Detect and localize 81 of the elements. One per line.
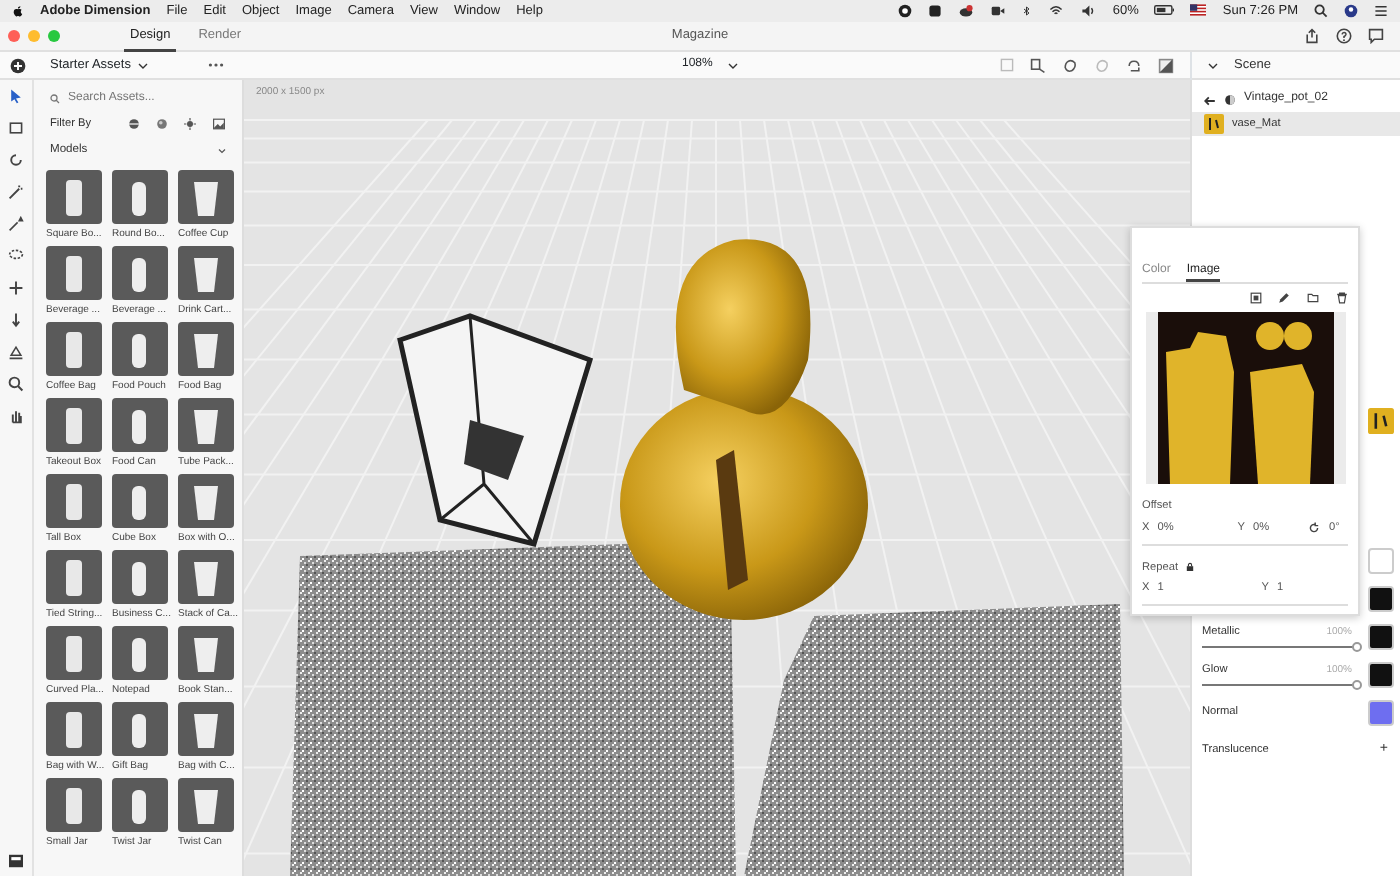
slider-thumb[interactable] [1352, 680, 1362, 691]
search-icon [50, 94, 60, 104]
color-swatch[interactable] [1368, 548, 1394, 574]
globe-icon[interactable] [128, 118, 140, 130]
rotate-icon[interactable] [1308, 522, 1321, 535]
model-thumbnail[interactable] [178, 778, 234, 832]
model-thumbnail[interactable] [46, 322, 102, 376]
search-icon[interactable] [1314, 3, 1328, 18]
model-thumbnail[interactable] [112, 170, 168, 224]
color-swatch[interactable] [1368, 662, 1394, 688]
model-thumbnail[interactable] [178, 474, 234, 528]
list-icon[interactable] [1374, 3, 1388, 18]
comment-icon[interactable] [1368, 28, 1384, 44]
model-thumbnail[interactable] [112, 778, 168, 832]
model-thumbnail[interactable] [112, 474, 168, 528]
magnifier-icon[interactable] [8, 376, 24, 392]
model-thumbnail[interactable] [178, 398, 234, 452]
plus-circle-icon[interactable] [9, 57, 25, 73]
cursor-icon[interactable] [8, 88, 24, 104]
color-swatch[interactable] [1368, 700, 1394, 726]
folder-icon[interactable] [1306, 292, 1320, 305]
lasso-icon[interactable] [8, 248, 24, 264]
model-thumbnail[interactable] [178, 170, 234, 224]
model-thumbnail[interactable] [112, 398, 168, 452]
panel-toggle-icon[interactable] [8, 854, 24, 868]
chevron-icon[interactable] [1208, 61, 1218, 69]
texture-thumbnail[interactable] [1368, 408, 1394, 434]
pencil-icon[interactable] [1278, 292, 1290, 305]
model-thumbnail[interactable] [112, 626, 168, 680]
render-preview-icon[interactable] [1158, 57, 1174, 73]
slider-thumb[interactable] [1352, 642, 1362, 653]
bluetooth-icon[interactable] [1022, 3, 1033, 18]
caret-icon[interactable] [218, 147, 226, 153]
lock-icon[interactable] [1186, 562, 1195, 573]
share-icon[interactable] [1304, 28, 1320, 44]
model-thumbnail[interactable] [178, 322, 234, 376]
material-thumbnail [1204, 114, 1224, 134]
vertical-arrow-icon[interactable] [8, 312, 24, 328]
model-thumbnail[interactable] [46, 246, 102, 300]
model-thumbnail[interactable] [46, 474, 102, 528]
model-thumbnail[interactable] [112, 702, 168, 756]
model-thumbnail[interactable] [178, 702, 234, 756]
sparkle-wand-icon[interactable] [8, 216, 24, 232]
flag-icon[interactable] [1190, 4, 1207, 17]
trash-icon[interactable] [1336, 292, 1348, 305]
image-icon[interactable] [212, 118, 226, 130]
move-icon[interactable] [8, 280, 24, 296]
caret-icon [728, 61, 739, 69]
back-arrow-icon[interactable] [1204, 95, 1216, 105]
fit-icon[interactable] [1250, 292, 1262, 305]
model-thumbnail[interactable] [46, 398, 102, 452]
apple-icon[interactable] [12, 4, 24, 18]
rectangle-icon[interactable] [8, 120, 24, 136]
model-thumbnail[interactable] [46, 778, 102, 832]
user-circle-icon[interactable] [1344, 3, 1358, 18]
wand-icon[interactable] [8, 184, 24, 200]
more-icon[interactable] [208, 62, 224, 68]
battery-icon[interactable] [1154, 4, 1175, 17]
camera-icon[interactable] [990, 3, 1007, 18]
volume-icon[interactable] [1080, 3, 1097, 18]
model-thumbnail[interactable] [178, 626, 234, 680]
model-thumbnail[interactable] [112, 322, 168, 376]
model-thumbnail[interactable] [112, 550, 168, 604]
color-swatch[interactable] [1368, 586, 1394, 612]
record-icon[interactable] [898, 3, 913, 18]
close-button[interactable] [8, 30, 20, 42]
model-thumbnail[interactable] [112, 246, 168, 300]
cloud-icon[interactable] [958, 3, 975, 18]
model-thumbnail[interactable] [178, 550, 234, 604]
material-ball-icon[interactable] [156, 118, 168, 130]
caret-icon [138, 61, 149, 69]
model-thumbnail[interactable] [46, 702, 102, 756]
model-thumbnail[interactable] [46, 626, 102, 680]
model-thumbnail[interactable] [178, 246, 234, 300]
model-thumbnail[interactable] [46, 550, 102, 604]
color-swatch[interactable] [1368, 624, 1394, 650]
model-thumbnail[interactable] [46, 170, 102, 224]
light-icon[interactable] [184, 118, 196, 130]
help-icon[interactable] [1336, 28, 1352, 44]
rotate-view-icon[interactable] [1126, 57, 1142, 73]
wifi-icon[interactable] [1048, 3, 1065, 18]
